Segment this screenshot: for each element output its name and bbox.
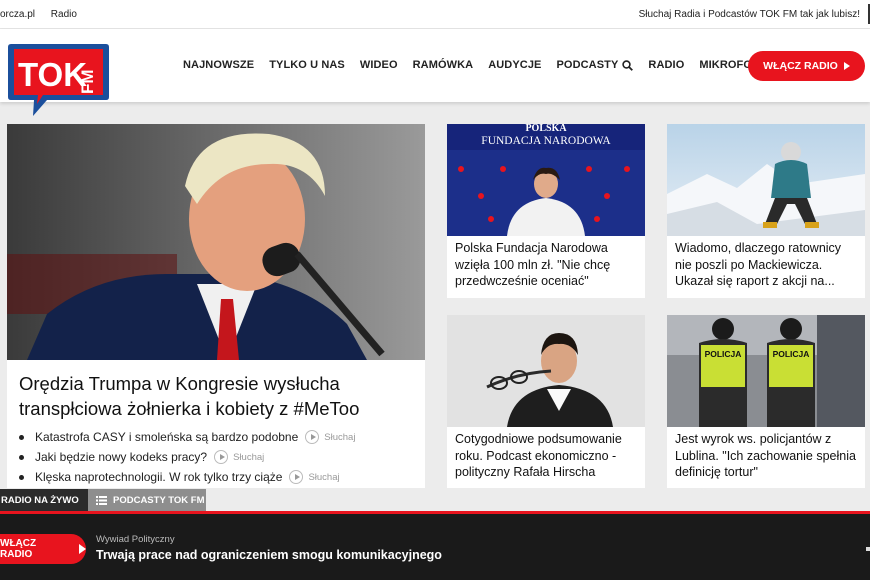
featured-article[interactable]: Orędzia Trumpa w Kongresie wysłucha tran… xyxy=(7,124,425,488)
image-text-policja: POLICJA xyxy=(705,349,742,359)
play-circle-icon xyxy=(289,470,304,484)
top-link-radio[interactable]: Radio xyxy=(51,9,77,20)
article-card[interactable]: POLICJA POLICJA Jest wyrok ws. policjant… xyxy=(667,315,865,488)
nav-tylko-u-nas[interactable]: TYLKO U NAS xyxy=(269,59,345,71)
article-image[interactable] xyxy=(667,124,865,236)
related-list: Katastrofa CASY i smoleńska są bardzo po… xyxy=(19,427,355,487)
article-title[interactable]: Cotygodniowe podsumowanie roku. Podcast … xyxy=(455,431,637,481)
related-item[interactable]: Klęska naprotechnologii. W rok tylko trz… xyxy=(19,467,355,487)
tokfm-logo[interactable]: TOK FM xyxy=(7,42,110,118)
nav-podcasty-label: PODCASTY xyxy=(556,59,619,71)
listen-label: Słuchaj xyxy=(324,431,356,443)
player-tabs: RADIO NA ŻYWO PODCASTY TOK FM xyxy=(0,489,206,511)
nav-radio[interactable]: RADIO xyxy=(648,59,684,71)
article-card[interactable]: Wiadomo, dlaczego ratownicy nie poszli p… xyxy=(667,124,865,298)
nav-audycje[interactable]: AUDYCJE xyxy=(488,59,541,71)
related-item[interactable]: Katastrofa CASY i smoleńska są bardzo po… xyxy=(19,427,355,447)
listen-label: Słuchaj xyxy=(233,451,265,463)
nav-podcasty[interactable]: PODCASTY xyxy=(556,59,634,71)
listen-button[interactable]: Słuchaj xyxy=(214,450,264,464)
logo-text: TOK xyxy=(18,56,87,93)
tab-podcasts-label: PODCASTY TOK FM xyxy=(113,494,205,506)
article-card[interactable]: Cotygodniowe podsumowanie roku. Podcast … xyxy=(447,315,645,488)
article-card[interactable]: POLSKA FUNDACJA NARODOWA Polska Fundacja… xyxy=(447,124,645,298)
tab-podcasts[interactable]: PODCASTY TOK FM xyxy=(88,489,206,511)
article-title[interactable]: Wiadomo, dlaczego ratownicy nie poszli p… xyxy=(675,240,857,290)
listen-button[interactable]: Słuchaj xyxy=(305,430,355,444)
now-playing: Trwają prace nad ograniczeniem smogu kom… xyxy=(96,548,442,562)
bullet-dot xyxy=(19,454,24,460)
article-title[interactable]: Jest wyrok ws. policjantów z Lublina. "I… xyxy=(675,431,857,481)
related-item[interactable]: Jaki będzie nowy kodeks pracy? Słuchaj xyxy=(19,447,355,467)
nav-najnowsze[interactable]: NAJNOWSZE xyxy=(183,59,254,71)
top-tagline[interactable]: Słuchaj Radia i Podcastów TOK FM tak jak… xyxy=(639,9,860,20)
main-nav: NAJNOWSZE TYLKO U NAS WIDEO RAMÓWKA AUDY… xyxy=(183,59,775,71)
image-text-policja: POLICJA xyxy=(773,349,810,359)
player-menu-icon[interactable] xyxy=(866,547,870,551)
featured-title[interactable]: Orędzia Trumpa w Kongresie wysłucha tran… xyxy=(19,371,419,421)
top-links: orcza.pl Radio xyxy=(0,9,90,20)
list-icon xyxy=(96,495,107,505)
top-link-wyborcza[interactable]: orcza.pl xyxy=(0,9,35,20)
header-radio-label: WŁĄCZ RADIO xyxy=(763,60,838,72)
logo-sub: FM xyxy=(78,69,97,94)
article-image[interactable] xyxy=(447,315,645,427)
article-image[interactable]: POLSKA FUNDACJA NARODOWA xyxy=(447,124,645,236)
article-title[interactable]: Polska Fundacja Narodowa wzięła 100 mln … xyxy=(455,240,637,290)
search-icon[interactable] xyxy=(622,59,634,71)
play-circle-icon xyxy=(305,430,320,444)
site-header: TOK FM NAJNOWSZE TYLKO U NAS WIDEO RAMÓW… xyxy=(0,29,870,116)
listen-label: Słuchaj xyxy=(308,471,340,483)
bullet-dot xyxy=(19,434,24,440)
play-circle-icon xyxy=(214,450,229,464)
image-text-fundacja: FUNDACJA NARODOWA xyxy=(481,135,611,147)
related-item-title[interactable]: Klęska naprotechnologii. W rok tylko trz… xyxy=(35,470,282,484)
play-icon xyxy=(843,62,850,70)
nav-wideo[interactable]: WIDEO xyxy=(360,59,398,71)
program-name: Wywiad Polityczny xyxy=(96,534,175,545)
image-text-polska: POLSKA xyxy=(525,124,567,134)
play-icon xyxy=(79,544,86,554)
related-item-title[interactable]: Jaki będzie nowy kodeks pracy? xyxy=(35,450,207,464)
player-play-button[interactable]: WŁĄCZ RADIO xyxy=(0,534,86,564)
listen-button[interactable]: Słuchaj xyxy=(289,470,340,484)
featured-image[interactable] xyxy=(7,124,425,360)
related-item-title[interactable]: Katastrofa CASY i smoleńska są bardzo po… xyxy=(35,430,298,444)
header-radio-button[interactable]: WŁĄCZ RADIO xyxy=(748,51,865,81)
radio-player: WŁĄCZ RADIO Wywiad Polityczny Trwają pra… xyxy=(0,511,870,580)
article-image[interactable]: POLICJA POLICJA xyxy=(667,315,865,427)
bullet-dot xyxy=(19,474,24,480)
tab-radio-live[interactable]: RADIO NA ŻYWO xyxy=(0,489,88,511)
nav-ramowka[interactable]: RAMÓWKA xyxy=(413,59,474,71)
player-button-label: WŁĄCZ RADIO xyxy=(0,538,37,560)
top-strip: orcza.pl Radio Słuchaj Radia i Podcastów… xyxy=(0,0,870,29)
